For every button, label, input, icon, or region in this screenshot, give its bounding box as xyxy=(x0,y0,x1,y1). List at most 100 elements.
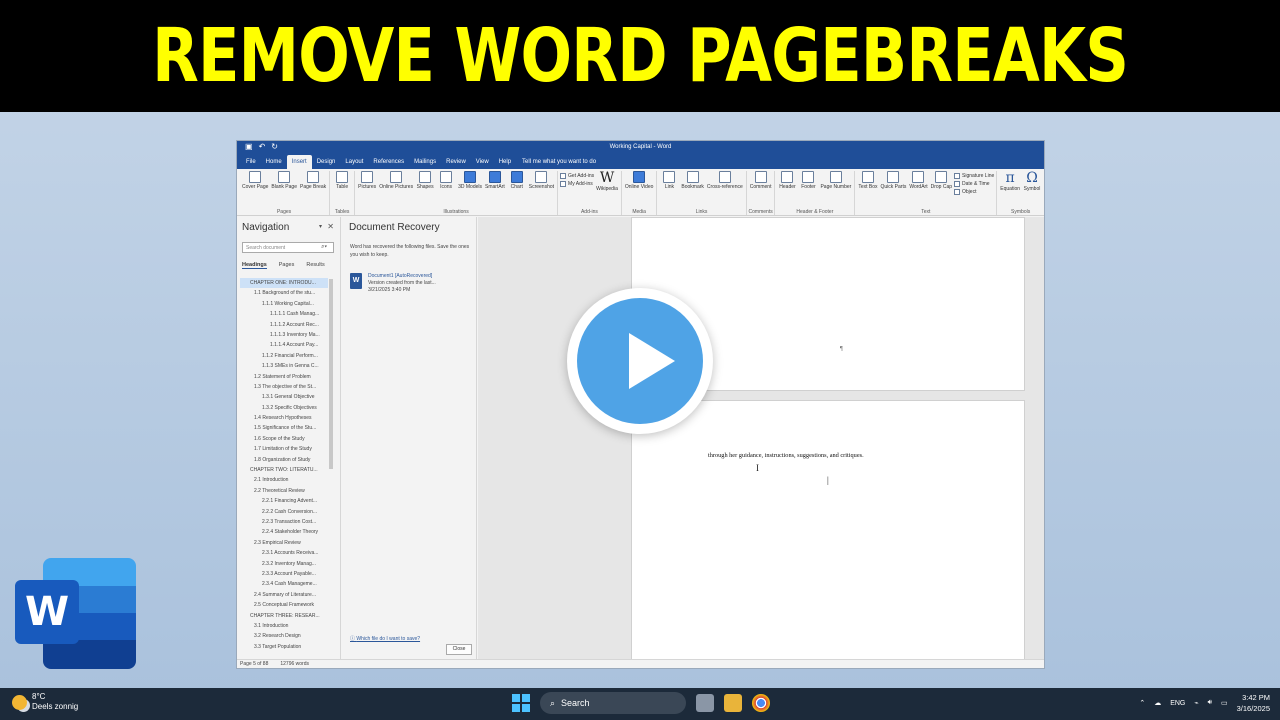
chrome-icon[interactable] xyxy=(752,694,770,712)
button-label: Link xyxy=(664,184,674,190)
heading-item[interactable]: 3.3 Target Population xyxy=(240,642,328,652)
heading-item[interactable]: 1.1 Background of the stu... xyxy=(240,288,328,298)
signature-line-button[interactable]: Signature Line xyxy=(954,173,994,179)
clock[interactable]: 3:42 PM 3/16/2025 xyxy=(1237,692,1270,714)
heading-item[interactable]: 2.1 Introduction xyxy=(240,475,328,485)
heading-list: CHAPTER ONE: INTRODU... 1.1 Background of… xyxy=(240,278,328,653)
group-pages: Cover Page Blank Page Page Break Pages xyxy=(239,171,331,215)
tab-view[interactable]: View xyxy=(471,155,494,169)
taskbar-search[interactable]: ⌕ Search xyxy=(540,692,686,714)
tab-headings[interactable]: Headings xyxy=(242,262,267,269)
start-button[interactable] xyxy=(512,694,530,712)
word-count[interactable]: 12796 words xyxy=(280,661,309,667)
heading-item[interactable]: 1.2 Statement of Problem xyxy=(240,372,328,382)
ribbon-tabs: File Home Insert Design Layout References Mail… xyxy=(237,153,1044,169)
heading-item[interactable]: 3.1 Introduction xyxy=(240,621,328,631)
heading-item[interactable]: 1.1.1 Working Capital... xyxy=(240,299,328,309)
title-bar: ▣ ↶ ↻ Working Capital - Word xyxy=(237,141,1044,153)
volume-icon[interactable]: 🔊︎ xyxy=(1208,699,1212,707)
file-explorer-icon[interactable] xyxy=(724,694,742,712)
ribbon: Cover Page Blank Page Page Break Pages Table… xyxy=(237,169,1044,216)
heading-item[interactable]: 2.3 Empirical Review xyxy=(240,538,328,548)
button-label: Object xyxy=(962,189,977,195)
heading-item[interactable]: 2.3.3 Account Payable... xyxy=(240,569,328,579)
tell-me-search[interactable]: Tell me what you want to do xyxy=(516,155,602,169)
heading-item[interactable]: 2.3.1 Accounts Receiva... xyxy=(240,548,328,558)
window-title: Working Capital - Word xyxy=(609,144,672,150)
tab-results[interactable]: Results xyxy=(306,262,324,269)
heading-item[interactable]: 1.3.1 General Objective xyxy=(240,392,328,402)
tab-design[interactable]: Design xyxy=(312,155,341,169)
cloud-icon[interactable]: ☁ xyxy=(1154,699,1161,707)
heading-item[interactable]: 1.1.1.3 Inventory Ma... xyxy=(240,330,328,340)
heading-item[interactable]: 2.2.3 Transaction Cost... xyxy=(240,517,328,527)
heading-item[interactable]: 3.2 Research Design xyxy=(240,631,328,641)
cross-reference-icon xyxy=(718,171,731,183)
banner-title: REMOVE WORD PAGEBREAKS xyxy=(151,13,1129,99)
help-link[interactable]: ⓘ Which file do I want to save? xyxy=(350,635,420,642)
tab-help[interactable]: Help xyxy=(494,155,516,169)
tab-file[interactable]: File xyxy=(241,155,261,169)
recovered-file[interactable]: W Document1 [AutoRecovered] Version crea… xyxy=(350,273,436,294)
heading-item[interactable]: CHAPTER THREE: RESEAR... xyxy=(240,611,328,621)
task-view-icon[interactable] xyxy=(696,694,714,712)
heading-item[interactable]: CHAPTER ONE: INTRODU... xyxy=(240,278,328,289)
search-icon[interactable]: ⌕▾ xyxy=(321,244,327,251)
weather-widget[interactable]: 8°C Deels zonnig xyxy=(12,692,78,712)
chevron-up-icon[interactable]: ⌃ xyxy=(1139,699,1145,707)
heading-item[interactable]: 1.5 Significance of the Stu... xyxy=(240,423,328,433)
close-button[interactable]: Close xyxy=(446,644,472,655)
group-add-ins: Get Add-ins My Add-ins W Wikipedia Add-ins xyxy=(558,171,622,215)
heading-item[interactable]: 1.6 Scope of the Study xyxy=(240,434,328,444)
document-page[interactable]: through her guidance, instructions, sugg… xyxy=(631,400,1025,661)
comment-icon xyxy=(754,171,767,183)
heading-item[interactable]: 2.2.1 Financing Advent... xyxy=(240,496,328,506)
text-option-icon xyxy=(954,189,961,195)
get-add-ins-button[interactable]: Get Add-ins xyxy=(560,173,594,179)
heading-item[interactable]: 2.2.4 Stakeholder Theory xyxy=(240,527,328,537)
button-label: Online Pictures xyxy=(379,184,414,190)
header-icon xyxy=(781,171,794,183)
heading-item[interactable]: 2.3.4 Cash Manageme... xyxy=(240,579,328,589)
tab-layout[interactable]: Layout xyxy=(340,155,368,169)
tab-review[interactable]: Review xyxy=(441,155,471,169)
date-time-button[interactable]: Date & Time xyxy=(954,181,994,187)
play-button[interactable] xyxy=(567,288,713,434)
heading-item[interactable]: 1.7 Limitation of the Study xyxy=(240,444,328,454)
page-count: Page 5 of 88 xyxy=(240,661,269,667)
tab-pages[interactable]: Pages xyxy=(279,262,295,269)
group-comments: Comment Comments xyxy=(747,171,776,215)
tab-references[interactable]: References xyxy=(368,155,409,169)
heading-item[interactable]: 2.2 Theoretical Review xyxy=(240,486,328,496)
heading-item[interactable]: 2.5 Conceptual Framework xyxy=(240,600,328,610)
search-input[interactable]: Search document ⌕▾ xyxy=(242,242,334,253)
heading-item[interactable]: 1.3.2 Specific Objectives xyxy=(240,403,328,413)
heading-item[interactable]: 2.4 Summary of Literature... xyxy=(240,590,328,600)
language[interactable]: ENG xyxy=(1170,700,1185,707)
heading-item[interactable]: 1.1.2 Financial Perform... xyxy=(240,351,328,361)
heading-item[interactable]: 1.1.1.4 Account Pay... xyxy=(240,340,328,350)
recovery-description: Word has recovered the following files. … xyxy=(350,244,470,258)
screenshot-icon xyxy=(535,171,548,183)
tab-insert[interactable]: Insert xyxy=(286,155,312,169)
battery-icon[interactable]: ▭ xyxy=(1221,699,1228,707)
chevron-down-icon[interactable]: ▾ xyxy=(319,223,322,230)
heading-item[interactable]: 2.2.2 Cash Conversion... xyxy=(240,507,328,517)
tab-mailings[interactable]: Mailings xyxy=(409,155,441,169)
my-add-ins-button[interactable]: My Add-ins xyxy=(560,181,594,187)
heading-item[interactable]: 1.3 The objective of the St... xyxy=(240,382,328,392)
close-icon[interactable]: ✕ xyxy=(327,222,334,231)
scrollbar[interactable] xyxy=(329,279,333,469)
button-label: My Add-ins xyxy=(568,181,593,187)
heading-item[interactable]: 1.8 Organization of Study xyxy=(240,455,328,465)
heading-item[interactable]: 1.1.3 SMEs in Genna C... xyxy=(240,361,328,371)
tab-home[interactable]: Home xyxy=(261,155,287,169)
quick-parts-icon xyxy=(887,171,900,183)
network-icon[interactable]: ⌁ xyxy=(1194,699,1198,707)
heading-item[interactable]: CHAPTER TWO: LITERATU... xyxy=(240,465,328,475)
heading-item[interactable]: 1.4 Research Hypotheses xyxy=(240,413,328,423)
heading-item[interactable]: 2.3.2 Inventory Manag... xyxy=(240,559,328,569)
heading-item[interactable]: 1.1.1.1 Cash Manag... xyxy=(240,309,328,319)
object-button[interactable]: Object xyxy=(954,189,994,195)
heading-item[interactable]: 1.1.1.2 Account Rec... xyxy=(240,320,328,330)
